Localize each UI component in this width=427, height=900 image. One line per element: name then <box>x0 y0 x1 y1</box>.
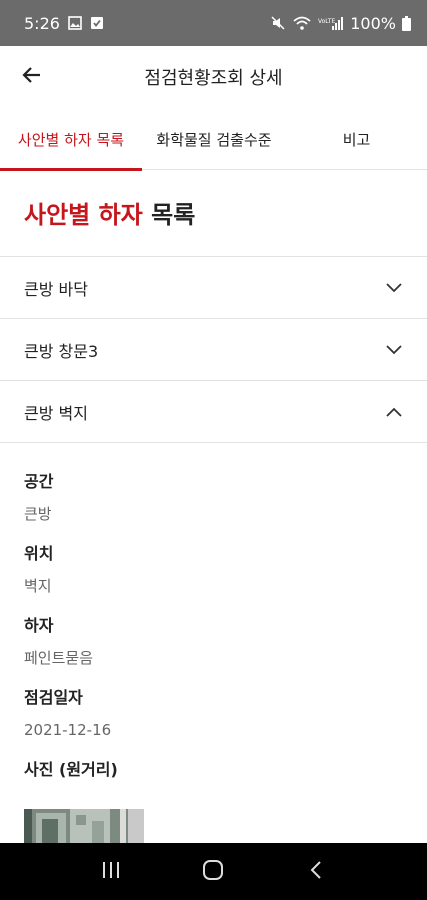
field-value: 페인트묻음 <box>24 649 94 667</box>
defect-field: 하자 페인트묻음 <box>24 614 404 670</box>
signal-icon: VoLTE <box>318 15 344 31</box>
defect-accordion: 큰방 바닥 큰방 창문3 큰방 벽지 <box>0 256 427 443</box>
back-button[interactable] <box>0 46 64 108</box>
field-value: 벽지 <box>24 577 52 595</box>
svg-text:VoLTE: VoLTE <box>318 18 335 25</box>
system-nav-bar <box>0 843 427 900</box>
field-label: 하자 <box>24 616 54 635</box>
mute-icon <box>270 15 286 31</box>
tab-bar: 사안별 하자 목록 화학물질 검출수준 비고 <box>0 108 427 171</box>
system-back-button[interactable] <box>296 852 336 892</box>
field-label: 사진 (원거리) <box>24 760 118 779</box>
field-value: 2021-12-16 <box>24 721 112 739</box>
field-label: 점검일자 <box>24 688 83 707</box>
accordion-item-label: 큰방 벽지 <box>24 403 88 423</box>
field-label: 위치 <box>24 544 54 563</box>
accordion-item-label: 큰방 창문3 <box>24 341 99 361</box>
battery-icon <box>402 15 411 31</box>
back-icon <box>310 860 322 884</box>
section-title-highlight: 사안별 하자 <box>24 201 143 229</box>
chevron-down-icon <box>385 279 403 297</box>
battery-percent: 100% <box>350 13 396 33</box>
space-field: 공간 큰방 <box>24 470 404 526</box>
inspection-date-field: 점검일자 2021-12-16 <box>24 686 404 742</box>
arrow-left-icon <box>20 63 44 91</box>
photo-field: 사진 (원거리) <box>24 758 404 782</box>
home-icon <box>202 859 224 885</box>
tab-remarks[interactable]: 비고 <box>286 108 427 170</box>
page-title: 점검현황조회 상세 <box>144 68 283 89</box>
app-header: 점검현황조회 상세 <box>0 46 427 108</box>
defect-details: 공간 큰방 위치 벽지 하자 페인트묻음 점검일자 2021-12-16 사진 … <box>24 470 404 798</box>
chevron-down-icon <box>385 341 403 359</box>
accordion-item-wallpaper[interactable]: 큰방 벽지 <box>0 381 427 443</box>
location-field: 위치 벽지 <box>24 542 404 598</box>
chevron-up-icon <box>385 403 403 421</box>
status-bar: 5:26 VoLTE 100% <box>0 0 427 46</box>
home-button[interactable] <box>193 852 233 892</box>
check-icon <box>90 16 104 30</box>
tab-defect-list[interactable]: 사안별 하자 목록 <box>0 108 142 171</box>
accordion-item-floor[interactable]: 큰방 바닥 <box>0 257 427 319</box>
section-title: 사안별 하자 목록 <box>24 195 195 230</box>
accordion-item-label: 큰방 바닥 <box>24 279 88 299</box>
gallery-icon <box>68 16 82 30</box>
wifi-icon <box>292 15 312 31</box>
status-time: 5:26 <box>24 13 60 33</box>
photo-thumbnail[interactable] <box>24 809 144 845</box>
tab-chemical-level[interactable]: 화학물질 검출수준 <box>142 108 286 170</box>
recent-apps-button[interactable] <box>91 852 131 892</box>
field-value: 큰방 <box>24 505 52 523</box>
field-label: 공간 <box>24 472 54 491</box>
section-title-rest: 목록 <box>142 201 196 229</box>
accordion-item-window[interactable]: 큰방 창문3 <box>0 319 427 381</box>
recent-apps-icon <box>101 861 121 883</box>
